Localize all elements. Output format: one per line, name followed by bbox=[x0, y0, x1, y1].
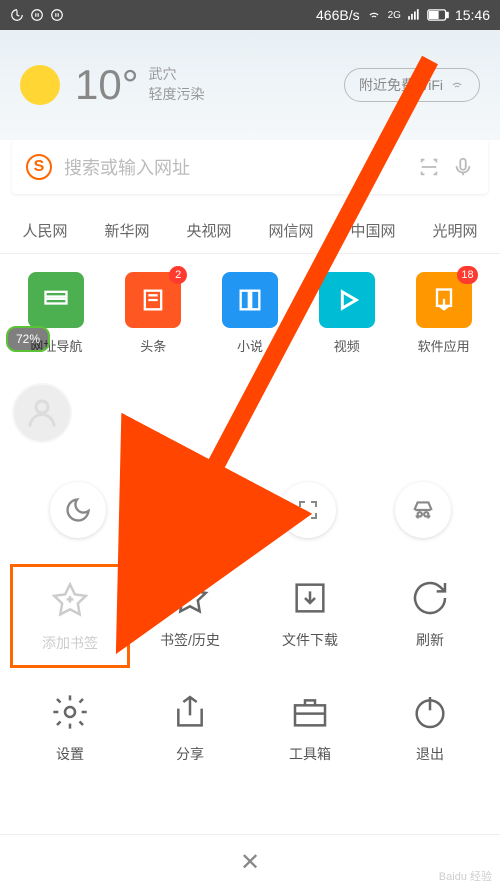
software-icon: 18 bbox=[416, 272, 472, 328]
app-software[interactable]: 18 软件应用 bbox=[395, 272, 492, 355]
network-speed: 466B/s bbox=[316, 7, 360, 23]
toolbox-icon bbox=[288, 690, 332, 734]
tab-renmin[interactable]: 人民网 bbox=[4, 208, 86, 253]
novel-icon bbox=[222, 272, 278, 328]
menu-settings[interactable]: 设置 bbox=[10, 678, 130, 776]
avatar-row bbox=[0, 373, 500, 453]
wifi-icon bbox=[449, 78, 465, 92]
night-mode-button[interactable] bbox=[50, 482, 106, 538]
menu-grid: 添加书签 书签/历史 文件下载 刷新 设置 分享 工具箱 退出 bbox=[0, 548, 500, 792]
tab-wangxin[interactable]: 网信网 bbox=[250, 208, 332, 253]
star-plus-icon bbox=[48, 579, 92, 623]
network-type: 2G bbox=[388, 10, 401, 21]
tab-china[interactable]: 中国网 bbox=[332, 208, 414, 253]
menu-add-bookmark[interactable]: 添加书签 bbox=[10, 564, 130, 668]
menu-exit[interactable]: 退出 bbox=[370, 678, 490, 776]
news-tabs: 人民网 新华网 央视网 网信网 中国网 光明网 bbox=[0, 208, 500, 254]
battery-icon bbox=[427, 9, 449, 21]
pause-icon bbox=[50, 8, 64, 22]
update-icon bbox=[10, 8, 24, 22]
condition: 轻度污染 bbox=[149, 85, 205, 105]
sitenav-icon bbox=[28, 272, 84, 328]
menu-share[interactable]: 分享 bbox=[130, 678, 250, 776]
tab-guangming[interactable]: 光明网 bbox=[414, 208, 496, 253]
app-grid: 网址导航 2 头条 小说 视频 18 软件应用 bbox=[0, 254, 500, 373]
fullscreen-button[interactable] bbox=[280, 482, 336, 538]
menu-toolbox[interactable]: 工具箱 bbox=[250, 678, 370, 776]
share-icon bbox=[168, 690, 212, 734]
clock: 15:46 bbox=[455, 7, 490, 23]
badge: 2 bbox=[169, 266, 187, 284]
weather-panel[interactable]: 10° 武穴 轻度污染 附近免费WiFi bbox=[0, 30, 500, 140]
free-wifi-button[interactable]: 附近免费WiFi bbox=[344, 68, 480, 102]
incognito-button[interactable] bbox=[395, 482, 451, 538]
star-icon bbox=[168, 576, 212, 620]
signal-icon bbox=[407, 8, 421, 22]
app-toutiao[interactable]: 2 头条 bbox=[105, 272, 202, 355]
pause-icon bbox=[30, 8, 44, 22]
user-avatar[interactable] bbox=[12, 383, 72, 443]
tab-xinhua[interactable]: 新华网 bbox=[86, 208, 168, 253]
refresh-icon bbox=[408, 576, 452, 620]
video-icon bbox=[319, 272, 375, 328]
menu-refresh[interactable]: 刷新 bbox=[370, 564, 490, 668]
menu-downloads[interactable]: 文件下载 bbox=[250, 564, 370, 668]
app-novel[interactable]: 小说 bbox=[202, 272, 299, 355]
search-bar[interactable]: S 搜索或输入网址 bbox=[12, 140, 488, 194]
voice-icon[interactable] bbox=[452, 156, 474, 178]
close-menu-button[interactable]: ✕ bbox=[0, 834, 500, 890]
temperature: 10° bbox=[75, 61, 139, 109]
watermark: Baidu 经验 bbox=[439, 868, 492, 884]
status-bar: 466B/s 2G 15:46 bbox=[0, 0, 500, 30]
toutiao-icon: 2 bbox=[125, 272, 181, 328]
no-image-button[interactable] bbox=[165, 482, 221, 538]
progress-badge: 72% bbox=[6, 326, 50, 352]
sogou-logo-icon: S bbox=[26, 154, 52, 180]
download-icon bbox=[288, 576, 332, 620]
close-icon: ✕ bbox=[240, 848, 260, 877]
qr-scan-icon[interactable] bbox=[418, 156, 440, 178]
weather-sun-icon bbox=[20, 65, 60, 105]
app-video[interactable]: 视频 bbox=[298, 272, 395, 355]
power-icon bbox=[408, 690, 452, 734]
tab-cctv[interactable]: 央视网 bbox=[168, 208, 250, 253]
menu-overlay: 添加书签 书签/历史 文件下载 刷新 设置 分享 工具箱 退出 bbox=[0, 452, 500, 890]
gear-icon bbox=[48, 690, 92, 734]
menu-bookmarks-history[interactable]: 书签/历史 bbox=[130, 564, 250, 668]
search-placeholder: 搜索或输入网址 bbox=[64, 154, 406, 180]
city: 武穴 bbox=[149, 65, 205, 85]
quick-actions bbox=[0, 452, 500, 548]
user-icon bbox=[24, 395, 60, 431]
badge: 18 bbox=[457, 266, 477, 284]
wifi-icon bbox=[366, 8, 382, 22]
